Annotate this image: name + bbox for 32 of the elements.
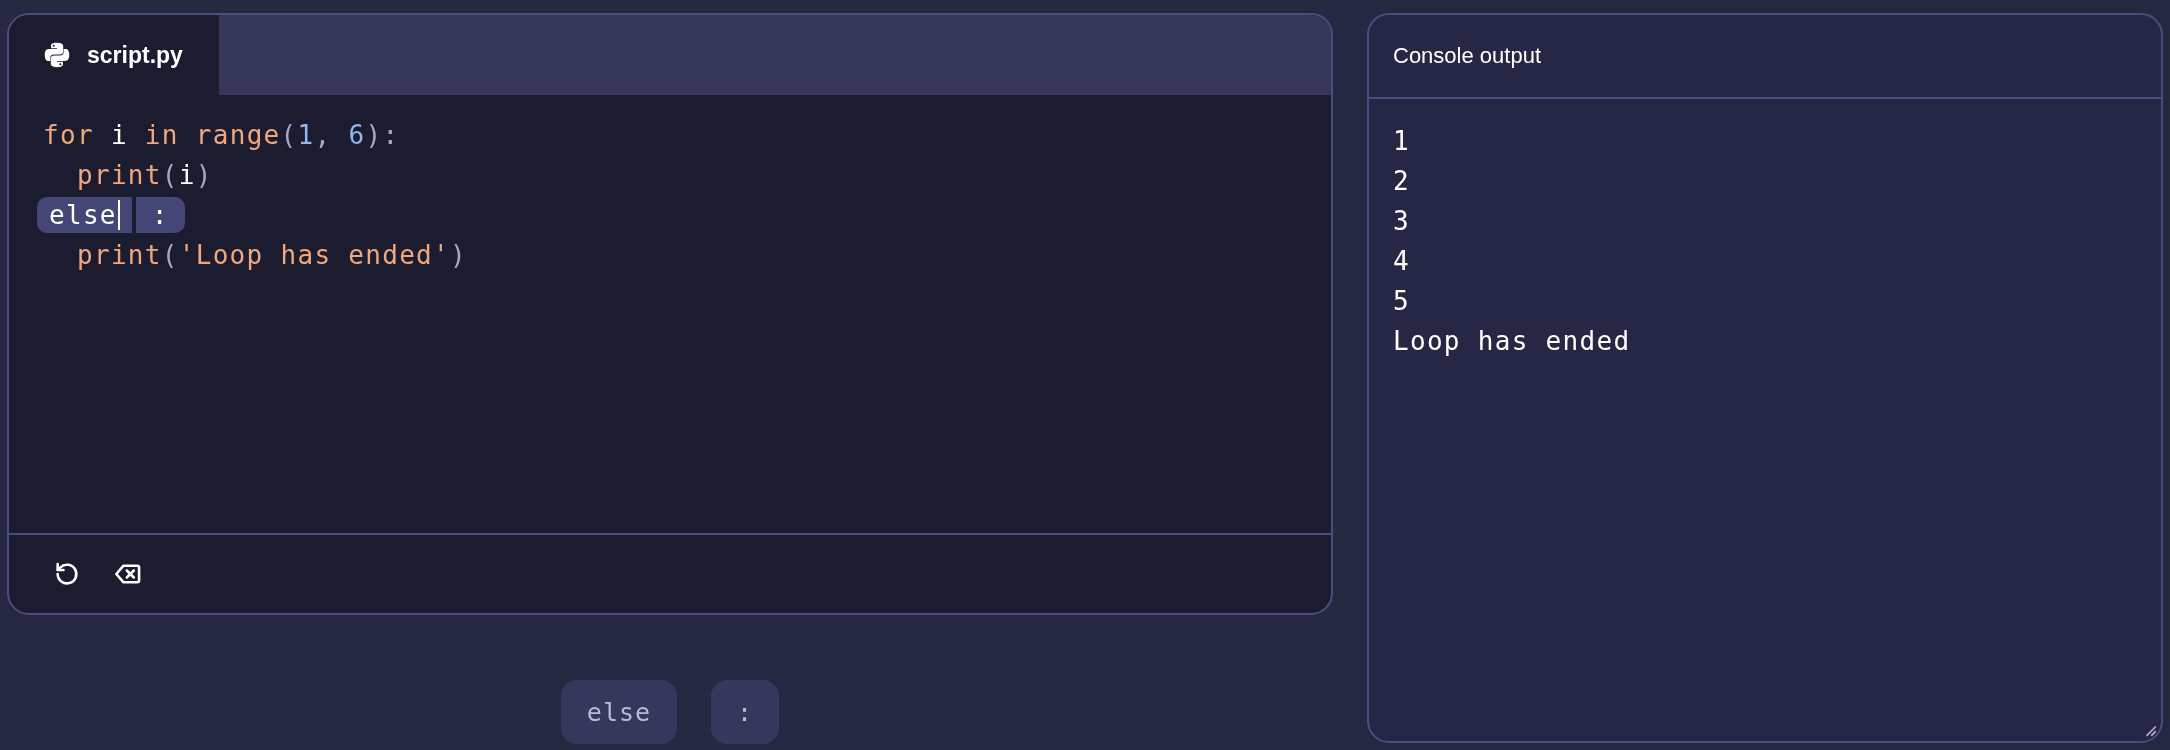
code-token: ( [161,240,179,270]
code-token: ) [450,240,467,270]
code-token: 1 [297,120,315,150]
code-token: 6 [348,120,366,150]
python-logo-icon [43,41,71,69]
console-line: 5 [1393,285,1411,318]
code-token: ) [195,160,213,190]
console-title: Console output [1393,43,1541,69]
code-token: i [110,120,128,150]
code-token: in [144,120,179,150]
filled-slot[interactable]: else [37,197,132,233]
file-tab[interactable]: script.py [9,15,219,95]
console-line: 2 [1393,165,1411,198]
reset-icon [53,560,81,588]
resize-grip-icon [2143,723,2157,737]
code-token: print [77,160,162,190]
code-token: for [43,120,94,150]
console-line: Loop has ended [1393,325,1632,358]
code-token: ( [161,160,179,190]
code-token: ( [280,120,298,150]
code-token: 'Loop has ended' [178,240,450,270]
console-line: 3 [1393,205,1411,238]
code-token: range [195,120,281,150]
code-token: , [314,120,332,150]
answer-option-button[interactable]: : [711,680,780,744]
code-token: print [77,240,162,270]
code-token: i [178,160,196,190]
filled-slot[interactable]: : [135,197,185,233]
console-line: 4 [1393,245,1411,278]
code-token: ): [365,120,400,150]
answer-option-button[interactable]: else [560,680,678,744]
console-line: 1 [1393,125,1411,158]
